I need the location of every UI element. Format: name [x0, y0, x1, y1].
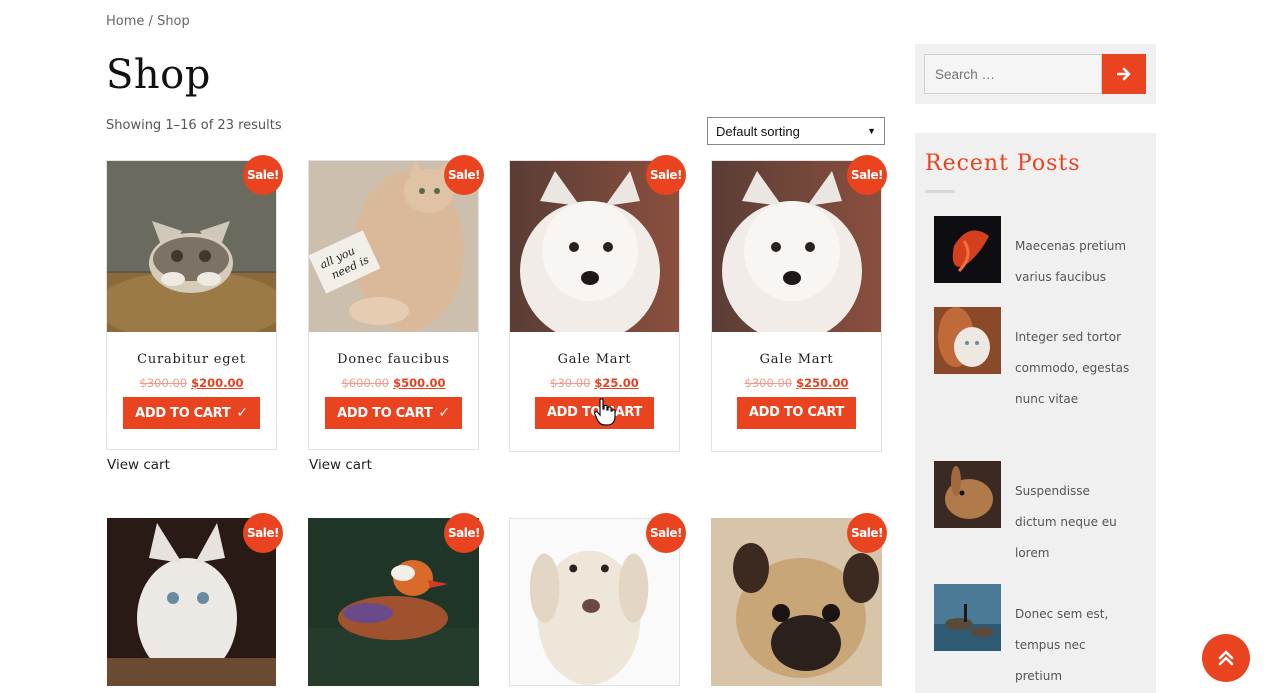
search-widget: [915, 44, 1156, 104]
add-to-cart-label: ADD TO CART: [135, 406, 231, 421]
product-name[interactable]: Curabitur eget: [107, 352, 276, 367]
recent-posts-title: Recent Posts: [925, 151, 1081, 176]
product-card: Gale Mart $300.00 $250.00 ADD TO CART: [711, 160, 882, 452]
arrow-right-icon: [1117, 67, 1131, 81]
title-divider: [925, 190, 955, 193]
hand-cursor-icon: [594, 398, 616, 426]
sale-price: $500.00: [393, 376, 446, 390]
add-to-cart-button[interactable]: ADD TO CART ✓: [325, 397, 462, 429]
sale-badge: Sale!: [646, 513, 686, 553]
sale-price: $200.00: [191, 376, 244, 390]
old-price: $300.00: [139, 376, 188, 390]
search-submit-button[interactable]: [1102, 54, 1146, 94]
sale-badge: Sale!: [243, 513, 283, 553]
add-to-cart-label: ADD TO CART: [337, 406, 433, 421]
add-to-cart-label: ADD TO CART: [748, 405, 845, 420]
recent-post-link[interactable]: Integer sed tortor commodo, egestas nunc…: [1015, 322, 1135, 415]
old-price: $300.00: [744, 376, 793, 390]
recent-post-link[interactable]: Donec sem est, tempus nec pretium: [1015, 599, 1135, 692]
dropdown-arrow-icon: ▼: [867, 126, 876, 136]
sale-badge: Sale!: [444, 513, 484, 553]
breadcrumb-home-link[interactable]: Home: [106, 14, 144, 29]
product-price: $300.00 $250.00: [712, 376, 881, 390]
product-card: Curabitur eget $300.00 $200.00 ADD TO CAR…: [106, 160, 277, 473]
product-name[interactable]: Donec faucibus: [309, 352, 478, 367]
sorting-select[interactable]: Default sorting ▼: [707, 117, 885, 145]
post-thumbnail[interactable]: [934, 216, 1001, 283]
search-input[interactable]: [924, 54, 1102, 94]
product-card: all you need is Donec faucibus $600.00 $5…: [308, 160, 479, 473]
check-icon: ✓: [236, 405, 248, 421]
sale-badge: Sale!: [847, 513, 887, 553]
breadcrumb-current: Shop: [157, 14, 190, 29]
view-cart-link[interactable]: View cart: [107, 457, 170, 473]
sorting-selected-value: Default sorting: [716, 123, 800, 139]
page-title: Shop: [106, 52, 211, 98]
product-price: $600.00 $500.00: [309, 376, 478, 390]
sale-price: $25.00: [594, 376, 639, 390]
product-name[interactable]: Gale Mart: [712, 352, 881, 367]
result-count: Showing 1–16 of 23 results: [106, 118, 282, 133]
product-price: $30.00 $25.00: [510, 376, 679, 390]
recent-post-link[interactable]: Suspendisse dictum neque eu lorem: [1015, 476, 1135, 569]
double-chevron-up-icon: [1218, 650, 1234, 666]
sale-badge: Sale!: [646, 155, 686, 195]
post-thumbnail[interactable]: [934, 584, 1001, 651]
add-to-cart-button[interactable]: ADD TO CART ✓: [123, 397, 260, 429]
add-to-cart-button[interactable]: ADD TO CART: [736, 397, 857, 429]
sale-badge: Sale!: [444, 155, 484, 195]
recent-post-link[interactable]: Maecenas pretium varius faucibus: [1015, 231, 1135, 293]
scroll-to-top-button[interactable]: [1202, 634, 1250, 682]
check-icon: ✓: [438, 405, 450, 421]
recent-posts-widget: Recent Posts Maecenas pretium varius fau…: [915, 133, 1156, 693]
sale-badge: Sale!: [243, 155, 283, 195]
post-thumbnail[interactable]: [934, 307, 1001, 374]
view-cart-link[interactable]: View cart: [309, 457, 372, 473]
product-name[interactable]: Gale Mart: [510, 352, 679, 367]
product-price: $300.00 $200.00: [107, 376, 276, 390]
post-thumbnail[interactable]: [934, 461, 1001, 528]
breadcrumb: Home / Shop: [106, 14, 190, 29]
sale-price: $250.00: [796, 376, 849, 390]
sale-badge: Sale!: [847, 155, 887, 195]
old-price: $600.00: [341, 376, 390, 390]
old-price: $30.00: [550, 376, 591, 390]
breadcrumb-separator: /: [148, 14, 153, 29]
